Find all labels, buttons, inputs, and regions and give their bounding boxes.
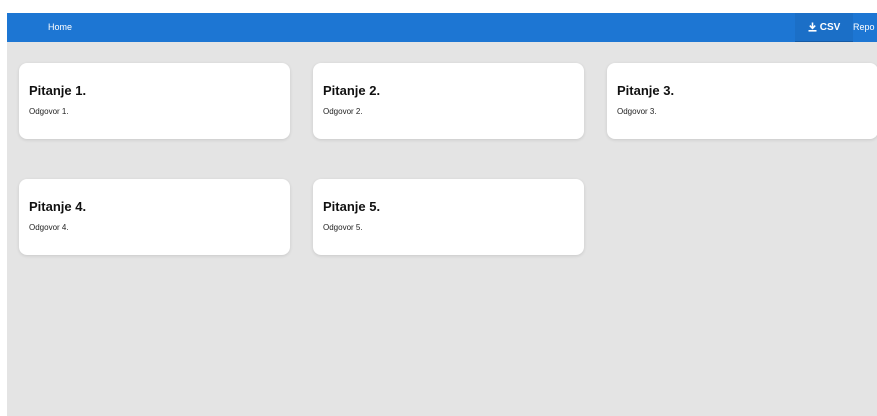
csv-download-button[interactable]: CSV [795,13,853,42]
question-title: Pitanje 4. [29,199,87,214]
question-card[interactable]: Pitanje 2. Odgovor 2. [313,63,584,139]
nav-reports-link[interactable]: Repo [853,13,875,42]
answer-text: Odgovor 4. [29,223,69,232]
navbar: Home CSV Repo [7,13,877,42]
answer-text: Odgovor 2. [323,107,363,116]
nav-home-link[interactable]: Home [48,13,72,42]
download-icon [808,22,817,32]
question-title: Pitanje 1. [29,83,87,98]
answer-text: Odgovor 5. [323,223,363,232]
answer-text: Odgovor 1. [29,107,69,116]
question-card[interactable]: Pitanje 5. Odgovor 5. [313,179,584,255]
app-frame: Home CSV Repo Pitanje 1. Odgovor 1. Pita… [7,13,877,416]
csv-button-label: CSV [819,21,841,33]
question-title: Pitanje 3. [617,83,675,98]
answer-text: Odgovor 3. [617,107,657,116]
question-card[interactable]: Pitanje 3. Odgovor 3. [607,63,877,139]
question-title: Pitanje 2. [323,83,381,98]
question-card[interactable]: Pitanje 4. Odgovor 4. [19,179,290,255]
question-card[interactable]: Pitanje 1. Odgovor 1. [19,63,290,139]
question-title: Pitanje 5. [323,199,381,214]
